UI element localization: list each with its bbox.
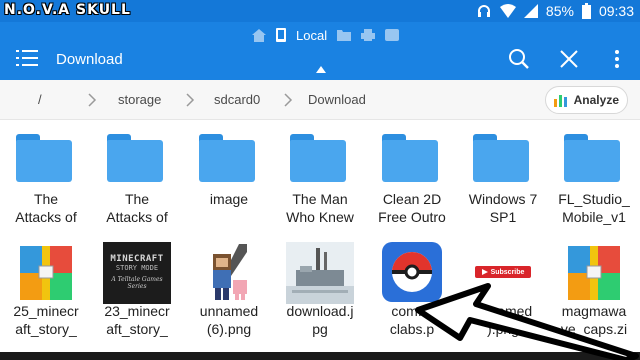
file-item[interactable]: image	[183, 122, 275, 232]
character-image	[195, 242, 263, 304]
folder-icon	[103, 130, 171, 192]
battery-icon	[581, 3, 591, 19]
folder-icon	[378, 130, 446, 192]
clock: 09:33	[598, 3, 634, 19]
phone-icon[interactable]	[276, 28, 286, 42]
file-item[interactable]: download.j pg	[274, 234, 366, 360]
breadcrumb-root[interactable]: /	[38, 92, 42, 107]
file-name: download.j pg	[286, 303, 354, 337]
breadcrumb: / storage sdcard0 Download Analyze	[0, 80, 640, 120]
file-name: 23_minecr aft_story_	[104, 303, 170, 337]
signal-icon	[523, 4, 538, 18]
bar-chart-icon	[553, 95, 567, 107]
minecraft-thumbnail: MINECRAFT STORY MODE A Telltale Games Se…	[103, 242, 171, 304]
breadcrumb-storage[interactable]: storage	[118, 92, 161, 107]
toolbar: Download Local	[0, 22, 640, 80]
folder-icon	[12, 130, 80, 192]
chevron-right-icon	[186, 93, 195, 107]
breadcrumb-download[interactable]: Download	[308, 92, 366, 107]
search-icon[interactable]	[508, 48, 530, 70]
home-icon[interactable]	[252, 28, 266, 42]
file-name: Clean 2D Free Outro	[378, 191, 446, 225]
folder-icon	[195, 130, 263, 192]
file-item[interactable]: The Attacks of	[0, 122, 92, 232]
file-name: unnamed (6).png	[199, 303, 259, 337]
file-name: The Attacks of	[106, 191, 168, 225]
status-bar: N.O.V.A SKULL 85% 09:33	[0, 0, 640, 22]
network-icon[interactable]	[385, 29, 400, 41]
chevron-right-icon	[284, 93, 293, 107]
factory-image	[286, 242, 354, 304]
wifi-icon	[499, 4, 516, 18]
file-item[interactable]: MINECRAFT STORY MODE A Telltale Games Se…	[91, 234, 183, 360]
folder-icon	[286, 130, 354, 192]
file-name: The Man Who Knew	[286, 191, 354, 225]
file-item[interactable]: unnamed (6).png	[183, 234, 275, 360]
arrow-pointer-icon	[415, 283, 639, 360]
folder-icon	[560, 130, 628, 192]
headphones-icon	[477, 5, 490, 17]
status-icons: 85% 09:33	[476, 1, 634, 21]
file-item[interactable]: Clean 2D Free Outro	[366, 122, 458, 232]
file-name: Windows 7 SP1	[468, 191, 538, 225]
more-vert-icon[interactable]	[606, 48, 628, 70]
file-name: The Attacks of	[15, 191, 77, 225]
toolbar-title: Download	[56, 51, 123, 68]
folder-tab-icon[interactable]	[337, 29, 352, 41]
hamburger-icon[interactable]	[16, 48, 38, 68]
battery-percent: 85%	[545, 3, 574, 19]
close-icon[interactable]	[558, 48, 580, 70]
file-item[interactable]: FL_Studio_ Mobile_v1	[548, 122, 640, 232]
file-item[interactable]: Windows 7 SP1	[457, 122, 549, 232]
watermark-text: N.O.V.A SKULL	[4, 2, 131, 18]
file-item[interactable]: The Attacks of	[91, 122, 183, 232]
window-tabs[interactable]: Local	[252, 26, 400, 44]
tab-local[interactable]: Local	[296, 28, 327, 43]
file-name: FL_Studio_ Mobile_v1	[558, 191, 630, 225]
chevron-right-icon	[88, 93, 97, 107]
file-item[interactable]: 25_minecr aft_story_	[0, 234, 92, 360]
folder-icon	[469, 130, 537, 192]
archive-icon	[20, 246, 72, 300]
file-name: 25_minecr aft_story_	[13, 303, 79, 337]
analyze-button[interactable]: Analyze	[544, 86, 628, 114]
print-icon[interactable]	[361, 29, 376, 41]
analyze-label: Analyze	[573, 93, 619, 107]
breadcrumb-sdcard0[interactable]: sdcard0	[214, 92, 260, 107]
tab-indicator	[316, 66, 326, 73]
play-icon	[481, 269, 488, 275]
file-item[interactable]: The Man Who Knew	[274, 122, 366, 232]
file-name: image	[209, 191, 249, 207]
